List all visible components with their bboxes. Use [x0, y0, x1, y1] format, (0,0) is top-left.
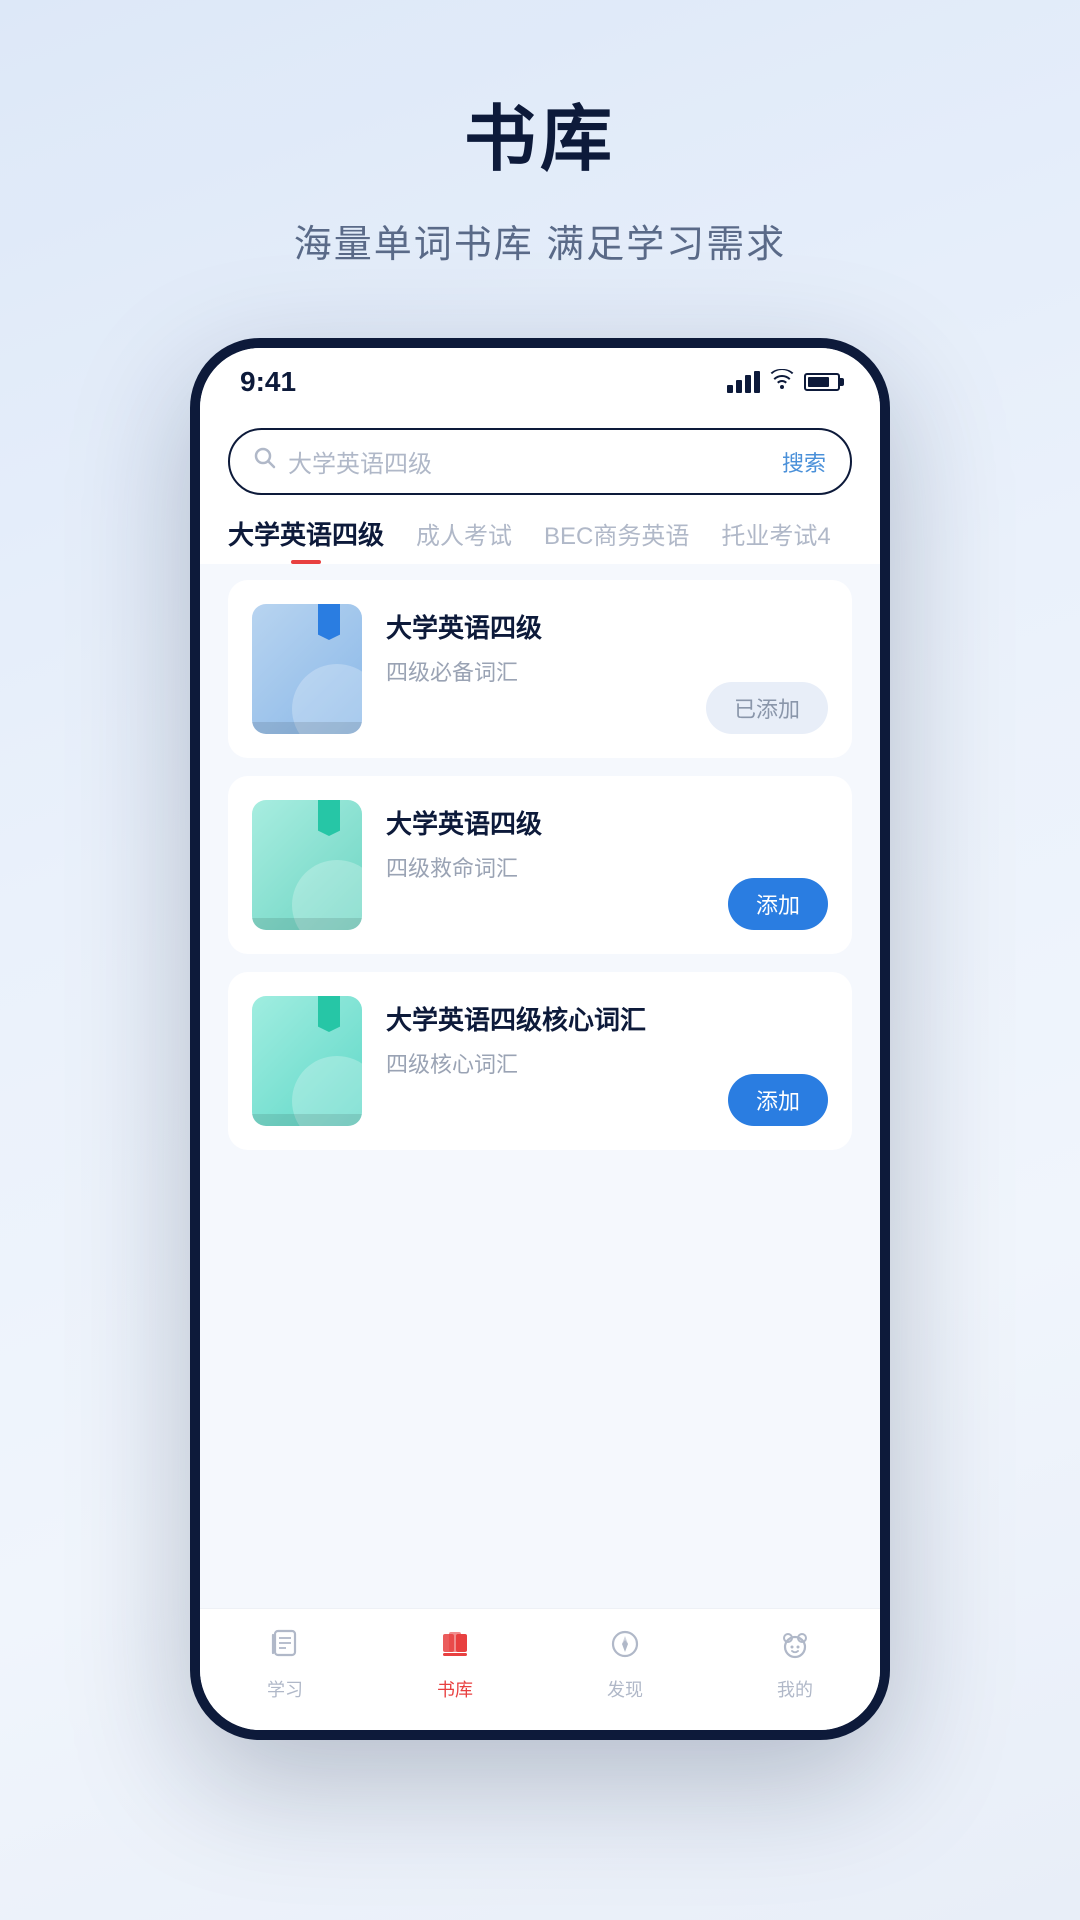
phone-frame: 9:41 大学英语四级 搜索 [190, 338, 890, 1740]
nav-label-study: 学习 [267, 1676, 303, 1702]
book-title-1: 大学英语四级 [386, 608, 828, 645]
book-list: 大学英语四级 四级必备词汇 已添加 大学英语四级 四级救命词汇 [200, 564, 880, 1184]
page-title: 书库 [464, 80, 616, 185]
category-tabs: 大学英语四级 成人考试 BEC商务英语 托业考试4 [200, 495, 880, 564]
book-info-1: 大学英语四级 四级必备词汇 [386, 604, 828, 687]
wifi-icon [770, 369, 794, 395]
book-action-2: 添加 [728, 878, 828, 930]
bear-icon [778, 1627, 812, 1670]
btn-add-3[interactable]: 添加 [728, 1074, 828, 1126]
tab-toeic[interactable]: 托业考试4 [721, 516, 830, 563]
nav-label-mine: 我的 [777, 1676, 813, 1702]
status-bar: 9:41 [200, 348, 880, 408]
status-icons [727, 369, 840, 395]
book-title-3: 大学英语四级核心词汇 [386, 1000, 828, 1037]
search-icon [254, 447, 276, 476]
page-subtitle: 海量单词书库 满足学习需求 [294, 213, 787, 268]
book-info-2: 大学英语四级 四级救命词汇 [386, 800, 828, 883]
bottom-nav: 学习 书库 发现 [200, 1608, 880, 1730]
btn-add-2[interactable]: 添加 [728, 878, 828, 930]
nav-item-study[interactable]: 学习 [267, 1627, 303, 1702]
search-container: 大学英语四级 搜索 [200, 408, 880, 495]
search-button[interactable]: 搜索 [782, 446, 826, 478]
book-item-1: 大学英语四级 四级必备词汇 已添加 [228, 580, 852, 758]
signal-icon [727, 371, 760, 393]
battery-icon [804, 373, 840, 391]
tab-college-english-4[interactable]: 大学英语四级 [228, 515, 384, 564]
search-input-placeholder: 大学英语四级 [288, 444, 782, 479]
btn-added-1[interactable]: 已添加 [706, 682, 828, 734]
book-cover-2 [252, 800, 362, 930]
book-info-3: 大学英语四级核心词汇 四级核心词汇 [386, 996, 828, 1079]
tab-bec[interactable]: BEC商务英语 [544, 516, 689, 563]
book-action-1: 已添加 [706, 682, 828, 734]
tab-adult-exam[interactable]: 成人考试 [416, 516, 512, 563]
nav-label-books: 书库 [437, 1676, 473, 1702]
book-cover-3 [252, 996, 362, 1126]
book-item-2: 大学英语四级 四级救命词汇 添加 [228, 776, 852, 954]
search-bar[interactable]: 大学英语四级 搜索 [228, 428, 852, 495]
books-icon [438, 1627, 472, 1670]
phone-content: 大学英语四级 搜索 大学英语四级 成人考试 BEC商务英语 托业考试4 大学英语… [200, 408, 880, 1608]
status-time: 9:41 [240, 366, 296, 398]
compass-icon [608, 1627, 642, 1670]
book-title-2: 大学英语四级 [386, 804, 828, 841]
book-item-3: 大学英语四级核心词汇 四级核心词汇 添加 [228, 972, 852, 1150]
book-action-3: 添加 [728, 1074, 828, 1126]
nav-item-books[interactable]: 书库 [437, 1627, 473, 1702]
nav-label-discover: 发现 [607, 1676, 643, 1702]
nav-item-discover[interactable]: 发现 [607, 1627, 643, 1702]
book-cover-1 [252, 604, 362, 734]
notebook-icon [268, 1627, 302, 1670]
nav-item-mine[interactable]: 我的 [777, 1627, 813, 1702]
